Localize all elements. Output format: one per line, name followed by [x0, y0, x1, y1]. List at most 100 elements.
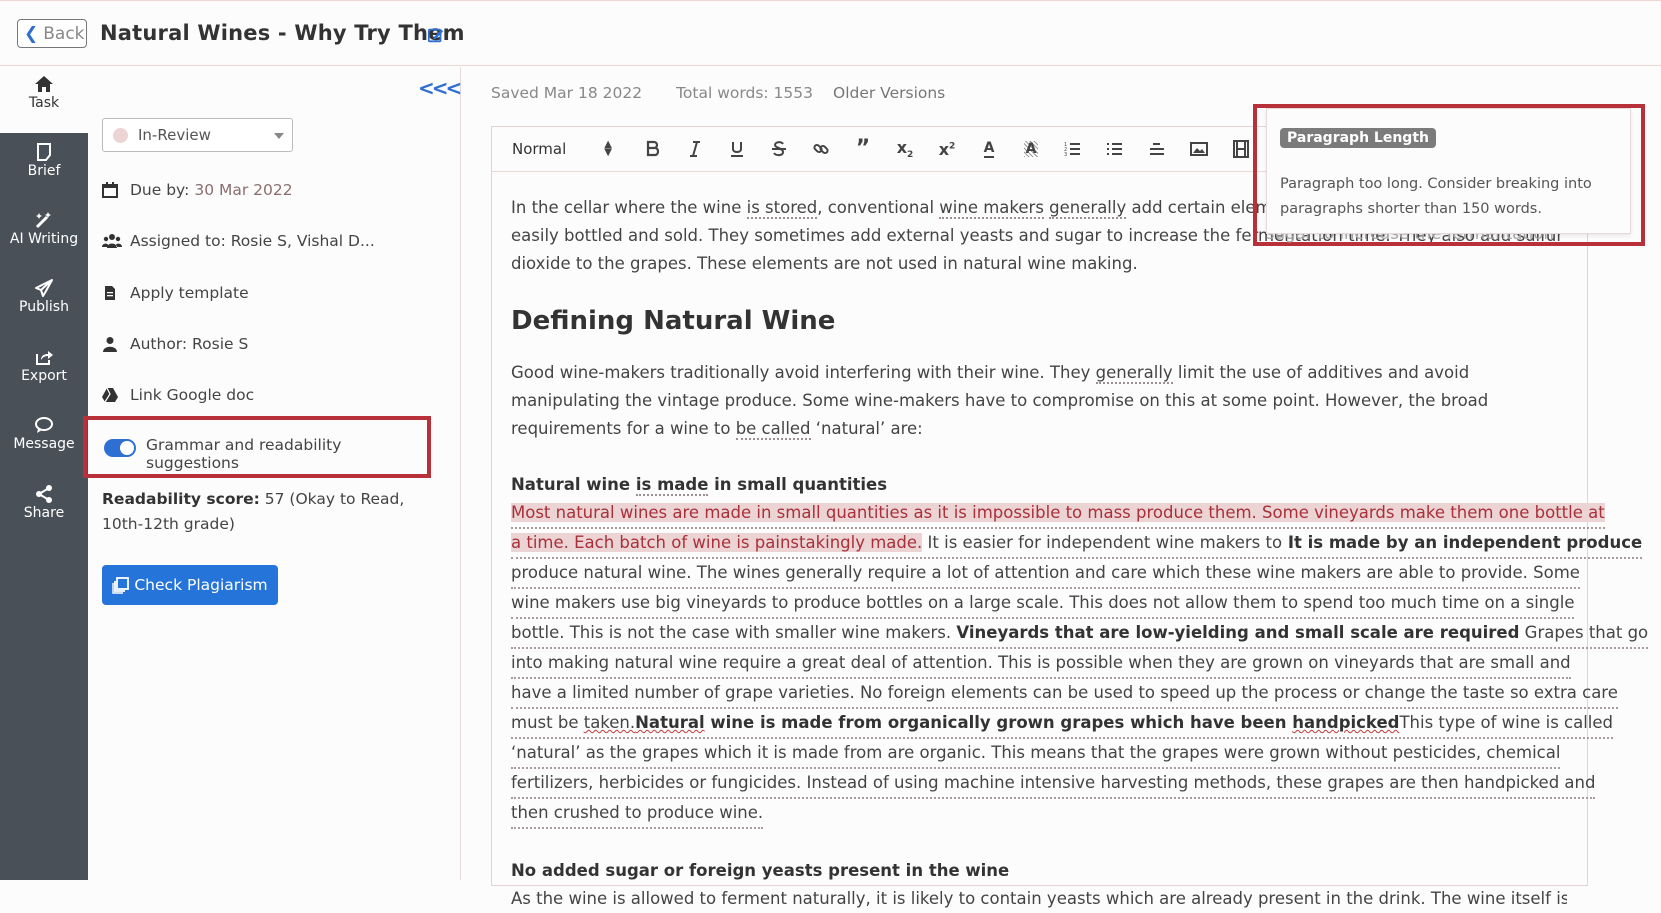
apply-template-row[interactable]: Apply template	[102, 284, 249, 302]
nav-item-share[interactable]: Share	[0, 485, 88, 521]
suggestion-underline[interactable]: is stored	[746, 198, 818, 219]
spelling-underline[interactable]: Natural	[635, 713, 705, 732]
text: This type of wine is called	[1399, 713, 1614, 732]
spelling-underline[interactable]: taken.	[584, 713, 635, 732]
nav-label: Share	[23, 505, 65, 521]
link-google-doc-text: Link Google doc	[130, 386, 255, 404]
bullet-list-icon	[1107, 143, 1122, 155]
message-icon	[35, 417, 53, 433]
text: bottle. This is not the case with smalle…	[511, 623, 957, 642]
align-icon	[1150, 143, 1164, 155]
bold-button[interactable]	[632, 135, 674, 163]
long-paragraph-line: bottle. This is not the case with smalle…	[511, 619, 1649, 649]
export-icon	[36, 351, 53, 365]
long-paragraph-flagged[interactable]: Most natural wines are made in small qua…	[511, 499, 1649, 829]
strikethrough-icon	[772, 141, 786, 157]
image-icon	[1190, 142, 1208, 156]
strikethrough-button[interactable]	[758, 135, 800, 163]
edit-title-icon[interactable]	[427, 26, 445, 44]
ordered-list-button[interactable]: 123	[1052, 135, 1094, 163]
highlighted-text: Most natural wines are made in small qua…	[511, 503, 1605, 522]
long-paragraph-line: Most natural wines are made in small qua…	[511, 499, 1605, 529]
older-versions-link[interactable]: Older Versions	[833, 84, 945, 102]
suggestion-underline[interactable]: be called	[735, 419, 811, 440]
side-navigation: Task Brief AI Writing Publish Export Mes…	[0, 67, 88, 880]
long-paragraph-line: into making natural wine require a great…	[511, 649, 1571, 679]
grammar-suggestions-highlight: Grammar and readability suggestions	[83, 416, 431, 478]
due-date-row[interactable]: Due by: 30 Mar 2022	[102, 181, 293, 199]
subheading-no-added-sugar: No added sugar or foreign yeasts present…	[511, 861, 1010, 880]
text: ‘natural’ are:	[810, 419, 923, 438]
nav-item-message[interactable]: Message	[0, 416, 88, 452]
users-icon	[102, 234, 122, 248]
text: Good wine-makers traditionally avoid int…	[511, 363, 1096, 382]
template-icon	[105, 286, 115, 300]
italic-button[interactable]	[674, 135, 716, 163]
nav-item-brief[interactable]: Brief	[0, 143, 88, 179]
author-text: Author: Rosie S	[130, 335, 249, 353]
assigned-row[interactable]: Assigned to: Rosie S, Vishal D...	[102, 232, 375, 250]
grammar-suggestions-toggle[interactable]	[104, 439, 136, 457]
highlight-icon: A	[1023, 141, 1039, 157]
check-plagiarism-label: Check Plagiarism	[134, 576, 268, 594]
status-value: In-Review	[138, 126, 211, 144]
underline-icon	[731, 142, 743, 157]
bold-text: It is made by an independent produce	[1282, 533, 1643, 552]
long-paragraph-line: have a limited number of grape varieties…	[511, 679, 1618, 709]
suggestion-underline[interactable]: generally	[1095, 363, 1173, 384]
subscript-icon: x2	[896, 137, 914, 161]
link-google-doc-row[interactable]: Link Google doc	[102, 386, 254, 404]
long-paragraph-line: fertilizers, herbicides or fungicides. I…	[511, 769, 1596, 799]
text-color-icon: A	[983, 140, 995, 158]
tooltip-badge: Paragraph Length	[1280, 128, 1436, 148]
due-date-value: 30 Mar 2022	[194, 181, 293, 199]
highlight-button[interactable]: A	[1010, 135, 1052, 163]
text: in small quantities	[708, 475, 888, 494]
spelling-underline[interactable]: handpicked	[1292, 713, 1399, 732]
readability-label: Readability score:	[102, 490, 260, 508]
format-select-value: Normal	[512, 140, 567, 158]
superscript-button[interactable]: x2	[926, 135, 968, 163]
format-select[interactable]: Normal ▲ ▼	[512, 140, 612, 159]
status-dropdown[interactable]: In-Review	[102, 118, 293, 152]
nav-item-ai-writing[interactable]: AI Writing	[0, 211, 88, 247]
status-dot-icon	[113, 127, 128, 143]
bullet-list-button[interactable]	[1094, 135, 1136, 163]
ordered-list-icon: 123	[1064, 142, 1080, 158]
suggestion-underline[interactable]: is made	[635, 475, 709, 496]
nav-item-export[interactable]: Export	[0, 348, 88, 384]
apply-template-text: Apply template	[130, 284, 249, 302]
share-icon	[36, 485, 52, 503]
text: then crushed to produce wine.	[511, 803, 764, 822]
subscript-button[interactable]: x2	[884, 135, 926, 163]
brief-icon	[37, 143, 51, 161]
paper-plane-icon	[35, 279, 53, 297]
nav-item-publish[interactable]: Publish	[0, 279, 88, 315]
text: wine makers use big vineyards to produce…	[511, 593, 1575, 612]
image-button[interactable]	[1178, 135, 1220, 163]
text: fertilizers, herbicides or fungicides. I…	[511, 773, 1596, 792]
bold-text: Vineyards that are low-yielding and smal…	[956, 623, 1520, 642]
superscript-icon: x2	[938, 139, 956, 159]
text-color-button[interactable]: A	[968, 135, 1010, 163]
check-plagiarism-button[interactable]: Check Plagiarism	[102, 565, 278, 605]
align-button[interactable]	[1136, 135, 1178, 163]
suggestion-underline[interactable]: wine makers	[939, 198, 1044, 219]
film-icon	[1233, 140, 1249, 158]
text: It is easier for independent wine makers…	[922, 533, 1283, 552]
document-meta-bar: Saved Mar 18 2022 Total words: 1553 Olde…	[491, 84, 945, 102]
editor-content[interactable]: In the cellar where the wine is stored, …	[492, 172, 1649, 913]
nav-item-task[interactable]: Task	[0, 67, 88, 133]
quote-icon: ”	[855, 136, 871, 161]
nav-label: Brief	[27, 163, 61, 179]
back-button[interactable]: ❮ Back	[17, 19, 87, 48]
suggestion-underline[interactable]: generally	[1049, 198, 1127, 219]
highlighted-text: a time. Each batch of wine is painstakin…	[511, 533, 923, 552]
top-bar: ❮ Back Natural Wines - Why Try Them	[0, 0, 1661, 66]
text: Grapes that go	[1519, 623, 1649, 642]
link-button[interactable]	[800, 135, 842, 163]
underline-button[interactable]	[716, 135, 758, 163]
collapse-panel-button[interactable]: <<<	[418, 76, 462, 100]
nav-label: Publish	[19, 299, 69, 315]
blockquote-button[interactable]: ”	[842, 135, 884, 163]
